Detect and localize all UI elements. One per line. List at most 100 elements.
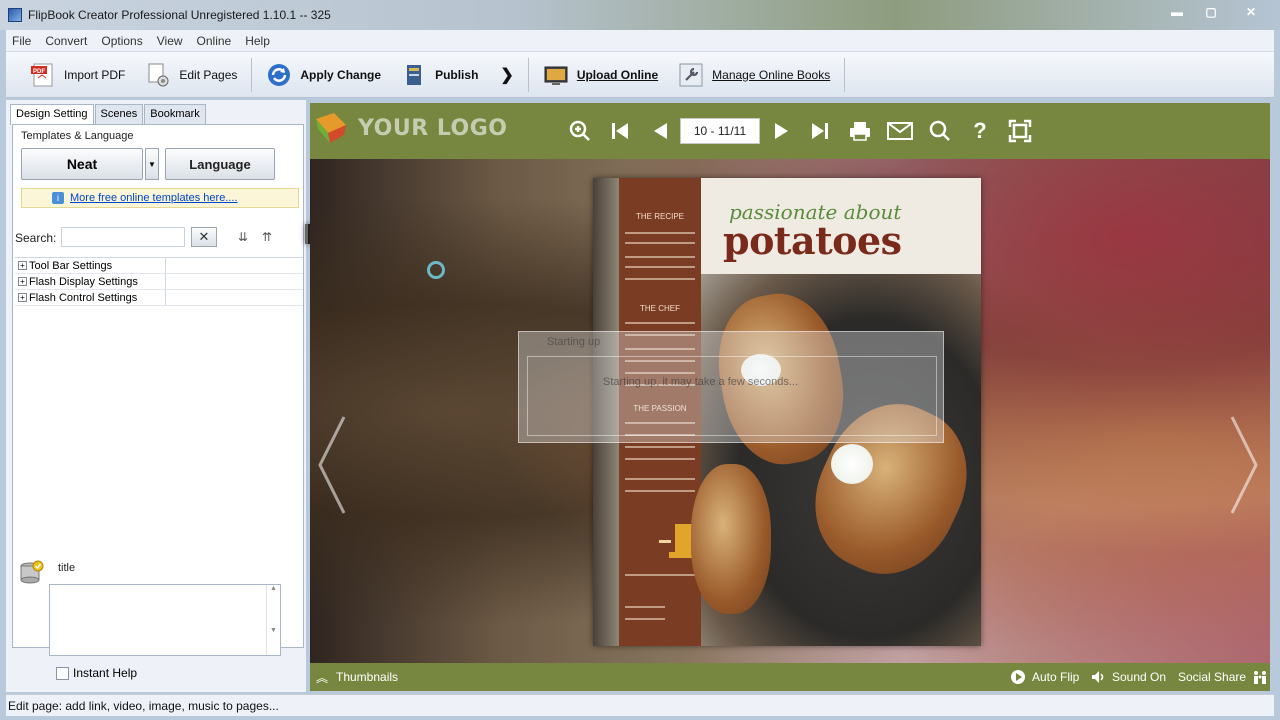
instant-help-checkbox[interactable] <box>56 666 69 680</box>
apply-change-label: Apply Change <box>300 67 382 82</box>
email-icon[interactable] <box>886 117 914 145</box>
clear-search-button[interactable]: ✕ <box>191 227 217 247</box>
sidebar-text-line <box>625 458 695 460</box>
print-icon[interactable] <box>846 117 874 145</box>
sidebar-text-line <box>625 618 665 620</box>
tab-scenes[interactable]: Scenes <box>94 104 144 124</box>
speaker-icon <box>1090 669 1106 685</box>
viewer-toolbar: YOUR LOGO 10 - 11/11 ? <box>310 103 1270 159</box>
toolbar-separator <box>527 57 529 92</box>
scrollbar[interactable]: ▲ ▼ <box>266 585 280 655</box>
tree-item-flash-control-settings[interactable]: + Flash Control Settings <box>15 290 303 306</box>
auto-flip-button[interactable]: Auto Flip <box>1010 669 1079 685</box>
previous-page-icon[interactable] <box>646 117 674 145</box>
toolbar-separator <box>251 57 253 92</box>
dialog-title: Starting up <box>547 336 601 348</box>
sidebar-text-line <box>625 490 695 492</box>
manage-online-books-label: Manage Online Books <box>712 67 831 82</box>
title-bar: FlipBook Creator Professional Unregister… <box>0 0 1280 30</box>
svg-text:PDF: PDF <box>33 69 45 75</box>
expand-icon[interactable]: + <box>18 277 27 286</box>
tab-design-setting[interactable]: Design Setting <box>10 104 94 125</box>
tree-item-toolbar-settings[interactable]: + Tool Bar Settings <box>15 258 303 274</box>
next-page-icon[interactable] <box>768 117 796 145</box>
auto-flip-label: Auto Flip <box>1032 670 1080 684</box>
expand-icon[interactable]: + <box>18 261 27 270</box>
menu-options[interactable]: Options <box>95 34 148 48</box>
property-description-box[interactable]: ▲ ▼ <box>49 584 281 656</box>
share-people-icon <box>1252 669 1268 685</box>
main-toolbar: PDF Import PDF Edit Pages Apply Change P… <box>6 52 1274 98</box>
apply-change-button[interactable]: Apply Change <box>256 55 391 95</box>
startup-dialog: Starting up Starting up, it may take a f… <box>518 331 944 443</box>
logo-icon <box>316 113 346 143</box>
menu-view[interactable]: View <box>151 34 189 48</box>
sidebar-text-line <box>625 606 665 608</box>
tab-bookmark[interactable]: Bookmark <box>144 104 206 124</box>
minimize-button[interactable]: ▬ <box>1160 2 1194 22</box>
app-icon <box>8 8 22 22</box>
status-bar: Edit page: add link, video, image, music… <box>6 694 1274 716</box>
play-icon <box>1010 669 1026 685</box>
edit-pages-label: Edit Pages <box>179 67 238 82</box>
fullscreen-icon[interactable] <box>1006 117 1034 145</box>
thumbnails-label: Thumbnails <box>336 670 399 684</box>
last-page-icon[interactable] <box>806 117 834 145</box>
import-pdf-button[interactable]: PDF Import PDF <box>20 55 135 95</box>
social-share-button[interactable]: Social Share <box>1178 669 1268 685</box>
expand-icon[interactable]: + <box>18 293 27 302</box>
chevron-up-icon: ︽ <box>315 670 328 685</box>
caret-down-icon: ▼ <box>148 159 156 169</box>
more-templates-link[interactable]: More free online templates here.... <box>70 192 238 204</box>
flip-right-arrow-icon[interactable] <box>1230 415 1260 515</box>
viewer-bottom-bar: ︽ Thumbnails Auto Flip Sound On Social S… <box>310 663 1270 691</box>
template-dropdown-button[interactable]: ▼ <box>145 148 159 180</box>
template-button[interactable]: Neat <box>21 148 319 244</box>
sidebar-text-line <box>625 266 695 268</box>
sort-up-icon[interactable]: ⇈ <box>259 229 275 245</box>
menu-convert[interactable]: Convert <box>39 34 93 48</box>
zoom-in-icon[interactable] <box>566 117 594 145</box>
chevron-right-icon[interactable]: ❯ <box>500 65 513 85</box>
publish-button[interactable]: Publish ❯ <box>391 55 524 95</box>
sour-cream-image <box>831 444 873 484</box>
search-input[interactable] <box>61 227 185 247</box>
logo-text: YOUR LOGO <box>358 115 508 141</box>
menu-help[interactable]: Help <box>239 34 276 48</box>
sort-down-icon[interactable]: ⇊ <box>235 229 251 245</box>
maximize-button[interactable]: ▢ <box>1194 2 1228 22</box>
sidebar-text-line <box>625 446 695 448</box>
help-icon[interactable]: ? <box>966 117 994 145</box>
language-button[interactable]: Language <box>165 148 275 180</box>
close-button[interactable]: ✕ <box>1228 2 1274 22</box>
left-panel: Design Setting Scenes Bookmark Templates… <box>6 100 319 692</box>
search-icon[interactable] <box>926 117 954 145</box>
edit-pages-button[interactable]: Edit Pages <box>135 55 247 95</box>
dialog-message: Starting up, it may take a few seconds..… <box>603 376 799 388</box>
manage-online-books-button[interactable]: Manage Online Books <box>668 55 840 95</box>
tree-divider <box>165 274 166 289</box>
flip-left-arrow-icon[interactable] <box>316 415 346 515</box>
sound-button[interactable]: Sound On <box>1090 669 1166 685</box>
menu-bar: File Convert Options View Online Help <box>6 30 1274 52</box>
database-icon <box>20 560 44 584</box>
upload-icon <box>543 62 569 88</box>
instant-help-toggle[interactable]: Instant Help <box>56 666 137 680</box>
thumbnails-button[interactable]: ︽ Thumbnails <box>314 669 398 685</box>
sidebar-heading-chef: THE CHEF <box>640 304 680 313</box>
edit-pages-icon <box>145 62 171 88</box>
tree-item-flash-display-settings[interactable]: + Flash Display Settings <box>15 274 303 290</box>
close-icon: ✕ <box>198 229 210 244</box>
tree-divider <box>165 290 166 305</box>
food-photo <box>691 274 981 646</box>
sidebar-text-line <box>625 322 695 324</box>
menu-file[interactable]: File <box>6 34 37 48</box>
upload-online-button[interactable]: Upload Online <box>533 55 668 95</box>
flipbook-preview: YOUR LOGO 10 - 11/11 ? THE RECIPE THE CH… <box>310 103 1270 691</box>
toolbar-separator <box>844 57 846 92</box>
first-page-icon[interactable] <box>606 117 634 145</box>
logo: YOUR LOGO <box>314 111 508 145</box>
page-number-field[interactable]: 10 - 11/11 <box>680 118 760 144</box>
menu-online[interactable]: Online <box>191 34 238 48</box>
sidebar-text-line <box>625 478 695 480</box>
